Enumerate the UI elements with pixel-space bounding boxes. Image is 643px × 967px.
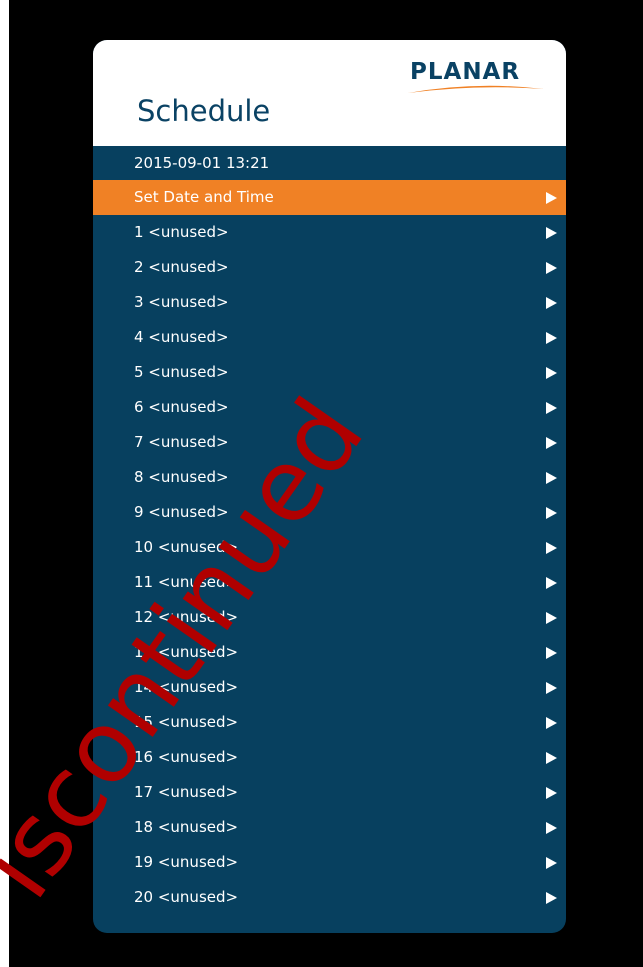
menu-item-label: 5 <unused> [134,363,229,381]
triangle-right-icon [546,612,557,624]
triangle-right-icon [546,402,557,414]
schedule-item-13[interactable]: 13 <unused> [93,635,566,670]
triangle-right-icon [546,332,557,344]
menu-item-label: 11 <unused> [134,573,239,591]
triangle-right-icon [546,717,557,729]
schedule-item-17[interactable]: 17 <unused> [93,775,566,810]
menu-item-label: 1 <unused> [134,223,229,241]
triangle-right-icon [546,892,557,904]
schedule-item-14[interactable]: 14 <unused> [93,670,566,705]
schedule-item-12[interactable]: 12 <unused> [93,600,566,635]
menu-item-label: 17 <unused> [134,783,239,801]
schedule-item-2[interactable]: 2 <unused> [93,250,566,285]
triangle-right-icon [546,682,557,694]
schedule-item-16[interactable]: 16 <unused> [93,740,566,775]
menu-item-label: 4 <unused> [134,328,229,346]
menu-item-label: 12 <unused> [134,608,239,626]
schedule-item-18[interactable]: 18 <unused> [93,810,566,845]
triangle-right-icon [546,577,557,589]
schedule-item-1[interactable]: 1 <unused> [93,215,566,250]
planar-logo: PLANAR [410,59,521,85]
schedule-item-9[interactable]: 9 <unused> [93,495,566,530]
triangle-right-icon [546,367,557,379]
menu-item-label: 13 <unused> [134,643,239,661]
menu-item-label: 2 <unused> [134,258,229,276]
menu-item-label: Set Date and Time [134,188,274,206]
swoosh-icon [408,85,544,93]
triangle-right-icon [546,507,557,519]
schedule-item-5[interactable]: 5 <unused> [93,355,566,390]
set-date-time-item[interactable]: Set Date and Time [93,180,566,215]
schedule-item-6[interactable]: 6 <unused> [93,390,566,425]
schedule-item-7[interactable]: 7 <unused> [93,425,566,460]
triangle-right-icon [546,787,557,799]
triangle-right-icon [546,437,557,449]
schedule-item-10[interactable]: 10 <unused> [93,530,566,565]
triangle-right-icon [546,472,557,484]
triangle-right-icon [546,297,557,309]
menu-item-label: 16 <unused> [134,748,239,766]
schedule-item-19[interactable]: 19 <unused> [93,845,566,880]
schedule-panel: PLANAR Schedule 2015-09-01 13:21 Set Dat… [93,40,566,933]
menu-item-label: 8 <unused> [134,468,229,486]
menu-item-label: 14 <unused> [134,678,239,696]
left-edge-strip [0,0,9,967]
menu-item-label: 9 <unused> [134,503,229,521]
menu-item-label: 10 <unused> [134,538,239,556]
menu-item-label: 6 <unused> [134,398,229,416]
triangle-right-icon [546,752,557,764]
schedule-item-20[interactable]: 20 <unused> [93,880,566,915]
triangle-right-icon [546,822,557,834]
menu-item-label: 3 <unused> [134,293,229,311]
triangle-right-icon [546,542,557,554]
header: PLANAR Schedule [93,40,566,146]
menu-item-label: 18 <unused> [134,818,239,836]
triangle-right-icon [546,227,557,239]
schedule-item-15[interactable]: 15 <unused> [93,705,566,740]
triangle-right-icon [546,647,557,659]
triangle-right-icon [546,857,557,869]
page-title: Schedule [137,94,271,128]
menu-item-label: 7 <unused> [134,433,229,451]
current-datetime: 2015-09-01 13:21 [134,154,270,172]
schedule-item-3[interactable]: 3 <unused> [93,285,566,320]
schedule-item-11[interactable]: 11 <unused> [93,565,566,600]
triangle-right-icon [546,262,557,274]
menu-item-label: 20 <unused> [134,888,239,906]
triangle-right-icon [546,192,557,204]
menu-item-label: 19 <unused> [134,853,239,871]
menu-item-label: 15 <unused> [134,713,239,731]
schedule-item-8[interactable]: 8 <unused> [93,460,566,495]
schedule-item-4[interactable]: 4 <unused> [93,320,566,355]
